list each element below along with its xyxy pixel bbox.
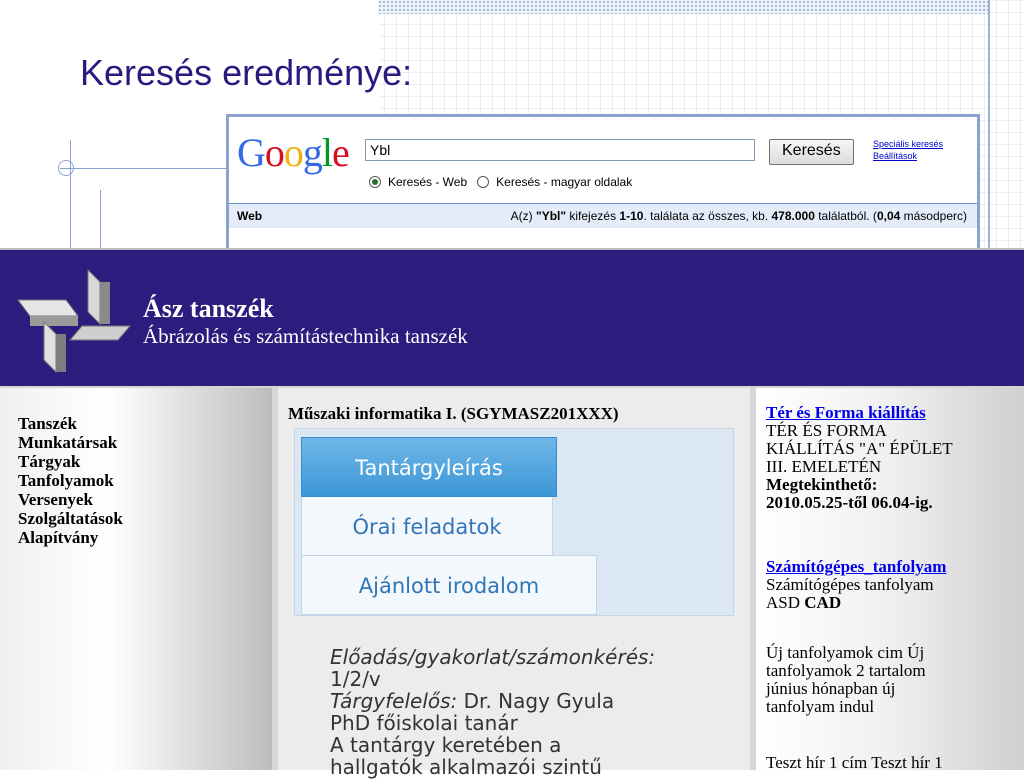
news-text: Számítógépes tanfolyam [766,575,934,594]
news-text: TÉR ÉS FORMA [766,421,887,440]
slide-deco-line [100,190,101,250]
desc-line: Előadás/gyakorlat/számonkérés: [330,645,656,669]
news-link-szamitogepes-tanfolyam[interactable]: Számítógépes_tanfolyam [766,557,946,576]
google-logo-letter: e [332,130,350,175]
search-scope-radios: Keresés - Web Keresés - magyar oldalak [369,175,632,189]
course-title: Műszaki informatika I. (SGYMASZ201XXX) [288,404,619,423]
left-navigation: Tanszék Munkatársak Tárgyak Tanfolyamok … [0,388,272,770]
settings-link[interactable]: Beállítások [873,150,943,162]
site-subtitle: Ábrázolás és számítástechnika tanszék [143,324,468,348]
nav-item-szolgaltatasok[interactable]: Szolgáltatások [0,509,272,528]
tab-tantargyleiras[interactable]: Tantárgyleírás [301,437,557,497]
site-name: Ász tanszék [143,294,274,323]
google-logo-letter: G [237,130,266,175]
news-text: tanfolyamok 2 tartalom [766,661,926,680]
desc-line: 1/2/v [330,667,381,691]
slide-deco-line [60,168,230,169]
nav-item-tanfolyamok[interactable]: Tanfolyamok [0,471,272,490]
slide-deco-line [70,140,71,250]
department-logo-icon [17,268,132,374]
news-text: Teszt hír 1 cím Teszt hír 1 [766,753,943,772]
desc-line: A tantárgy keretében a [330,733,562,757]
results-stats: A(z) "Ybl" kifejezés 1-10. találata az ö… [510,209,967,223]
news-text: június hónapban új [766,679,896,698]
slide-deco-circle [58,160,74,176]
slide-title: Keresés eredménye: [80,52,413,93]
radio-hungarian-label: Keresés - magyar oldalak [496,175,633,189]
department-website: Ász tanszék Ábrázolás és számítástechnik… [0,248,1024,778]
news-text: tanfolyam indul [766,697,875,716]
main-content: Műszaki informatika I. (SGYMASZ201XXX) T… [278,388,750,778]
search-links: Speciális keresés Beállítások [873,138,943,162]
results-bar-label[interactable]: Web [237,204,262,228]
tab-ajanlott-irodalom[interactable]: Ajánlott irodalom [301,555,597,615]
news-item: Teszt hír 1 cím Teszt hír 1 [766,754,1016,772]
desc-line: hallgatók alkalmazói szintű [330,755,602,779]
desc-line: Tárgyfelelős: Dr. Nagy Gyula [330,689,615,713]
radio-hungarian[interactable] [477,176,490,188]
nav-item-versenyek[interactable]: Versenyek [0,490,272,509]
course-description: Előadás/gyakorlat/számonkérés: 1/2/v Tár… [330,646,740,778]
slide-top-pattern [378,0,988,14]
nav-item-alapitvany[interactable]: Alapítvány [0,528,272,547]
tab-orai-feladatok[interactable]: Órai feladatok [301,497,553,557]
news-text: ASD CAD [766,593,842,612]
news-item: Új tanfolyamok cim Új tanfolyamok 2 tart… [766,644,1016,716]
news-link-ter-es-forma[interactable]: Tér és Forma kiállítás [766,403,926,422]
search-input[interactable]: Ybl [365,139,755,161]
radio-web-label: Keresés - Web [388,175,468,189]
nav-item-munkatarsak[interactable]: Munkatársak [0,433,272,452]
google-logo-letter: l [321,130,333,175]
search-button[interactable]: Keresés [769,139,854,165]
news-item: Számítógépes_tanfolyam Számítógépes tanf… [766,558,1016,612]
news-text: KIÁLLÍTÁS "A" ÉPÜLET [766,439,953,458]
desc-line: PhD főiskolai tanár [330,711,518,735]
results-bar: Web A(z) "Ybl" kifejezés 1-10. találata … [229,203,977,228]
google-logo-letter: o [264,130,285,175]
google-logo-letter: o [283,130,304,175]
news-text: 2010.05.25-től 06.04-ig. [766,493,933,512]
google-logo-letter: g [302,130,323,175]
nav-item-targyak[interactable]: Tárgyak [0,452,272,471]
google-search-panel: Google Ybl Keresés Speciális keresés Beá… [226,114,980,260]
radio-web[interactable] [369,176,381,188]
course-tabs: Tantárgyleírás Órai feladatok Ajánlott i… [294,428,734,616]
nav-item-tanszek[interactable]: Tanszék [0,414,272,433]
google-logo[interactable]: Google [237,129,350,176]
news-item: Tér és Forma kiállítás TÉR ÉS FORMA KIÁL… [766,404,1016,512]
news-text: Megtekinthető: [766,475,878,494]
site-header: Ász tanszék Ábrázolás és számítástechnik… [0,250,1024,386]
news-text: Új tanfolyamok cim Új [766,643,925,662]
news-text: III. EMELETÉN [766,457,882,476]
slide-vertical-rule [988,0,990,250]
advanced-search-link[interactable]: Speciális keresés [873,138,943,150]
news-sidebar: Tér és Forma kiállítás TÉR ÉS FORMA KIÁL… [756,388,1024,772]
